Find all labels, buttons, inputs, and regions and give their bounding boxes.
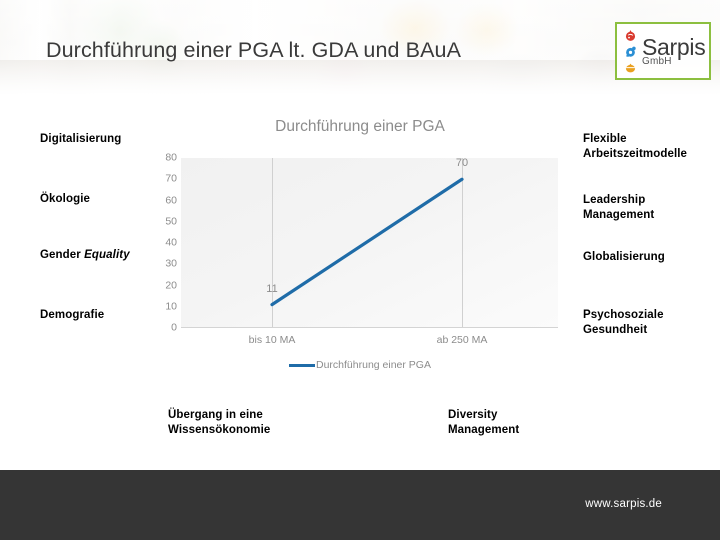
topic-label-line1: Diversity: [448, 409, 498, 421]
chart-series-layer: [270, 177, 464, 307]
chart-point-label: 70: [455, 157, 469, 170]
topic-label-line2: Gesundheit: [583, 324, 648, 336]
header-banner: Durchführung einer PGA lt. GDA und BAuA: [0, 0, 720, 94]
blue-gear-icon: [625, 46, 636, 57]
topic-label-leadership-management: Leadership Management: [583, 193, 654, 223]
chart-point-label: 11: [266, 282, 278, 295]
pga-line-chart: Durchführung einer PGA 80 70 60 50 40 30 20 10 0…: [145, 112, 575, 382]
topic-label-line2: Arbeitszeitmodelle: [583, 148, 688, 160]
chart-y-tick-label: 0: [171, 321, 177, 334]
topic-label-digitalisierung: Digitalisierung: [40, 132, 121, 147]
topic-label-text: Demografie: [40, 309, 105, 321]
topic-label-line1: Psychosoziale: [583, 309, 664, 321]
topic-label-gender-equality: Gender Equality: [40, 248, 130, 263]
chart-y-tick-label: 10: [165, 300, 177, 313]
legend-line-swatch: [289, 364, 315, 367]
topic-label-line1: Flexible: [583, 133, 627, 145]
footer-website-url: www.sarpis.de: [585, 498, 662, 510]
topic-label-oekologie: Ökologie: [40, 192, 90, 207]
sarpis-logo: Sarpis GmbH: [615, 22, 711, 80]
chart-series-line: [270, 177, 464, 307]
chart-y-tick-label: 50: [165, 215, 177, 228]
chart-x-tick-label: ab 250 MA: [436, 334, 488, 346]
topic-label-diversity-management: Diversity Management: [448, 408, 519, 438]
topic-label-flexible-arbeitszeitmodelle: Flexible Arbeitszeitmodelle: [583, 132, 687, 162]
chart-y-tick-label: 60: [165, 194, 177, 206]
topic-label-text: Gender: [40, 249, 85, 261]
topic-label-line2: Management: [448, 424, 520, 436]
topic-label-emphasis: Equality: [84, 249, 130, 261]
orange-bulb-icon: [625, 63, 635, 72]
page-title: Durchführung einer PGA lt. GDA und BAuA: [46, 38, 462, 62]
topic-label-line1: Übergang in eine: [168, 409, 263, 421]
logo-wordmark: Sarpis GmbH: [640, 35, 709, 67]
chart-x-tick-label: bis 10 MA: [248, 334, 296, 346]
topic-label-line1: Globalisierung: [583, 251, 665, 263]
footer-bar: www.sarpis.de: [0, 470, 720, 540]
chart-y-tick-label: 20: [165, 279, 177, 291]
chart-y-tick-label: 70: [165, 172, 177, 185]
red-drop-icon: [625, 29, 635, 41]
topic-label-globalisierung: Globalisierung: [583, 250, 665, 265]
topic-label-demografie: Demografie: [40, 308, 104, 323]
chart-y-tick-label: 40: [165, 236, 177, 249]
topic-label-line2: Management: [583, 209, 655, 221]
chart-y-tick-label: 30: [165, 257, 177, 270]
topic-label-text: Ökologie: [40, 193, 91, 205]
chart-y-axis: 80 70 60 50 40 30 20 10 0: [145, 152, 177, 333]
chart-y-tick-label: 80: [165, 151, 177, 164]
topic-label-line2: Wissensökonomie: [168, 424, 271, 436]
chart-title: Durchführung einer PGA: [275, 118, 445, 135]
chart-legend: Durchführung einer PGA: [145, 360, 575, 371]
topic-label-uebergang-wissensoekonomie: Übergang in eine Wissensökonomie: [168, 408, 270, 438]
topic-label-line1: Leadership: [583, 194, 646, 206]
legend-entry-label: Durchführung einer PGA: [316, 359, 431, 371]
topic-label-text: Digitalisierung: [40, 133, 122, 145]
topic-label-psychosoziale-gesundheit: Psychosoziale Gesundheit: [583, 308, 664, 338]
logo-icon-column: [620, 29, 640, 74]
